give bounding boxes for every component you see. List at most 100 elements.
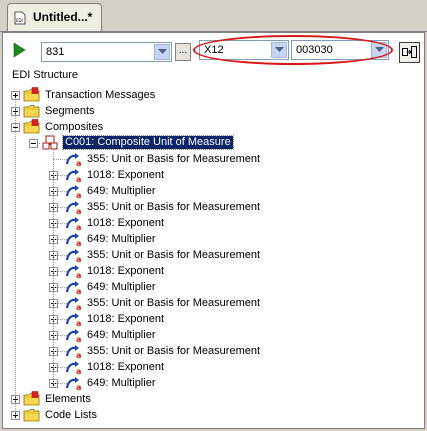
tree-node-elements[interactable]: Elements (3, 391, 424, 407)
svg-text:a: a (76, 255, 81, 263)
tree-node-child-label: 1018: Exponent (87, 265, 165, 277)
data-element-icon: a (65, 281, 81, 295)
browse-button[interactable]: ... (175, 43, 191, 61)
code-lists-folder-icon (23, 409, 40, 422)
svg-text:a: a (76, 335, 81, 343)
tree-node-composites[interactable]: Composites (3, 119, 424, 135)
editor-panel: 831 ... X12 003030 EDI Structure Transac… (2, 32, 425, 429)
tab-strip: EDI Untitled...* (0, 0, 427, 32)
data-element-icon: a (65, 217, 81, 231)
svg-text:a: a (76, 351, 81, 359)
tree-node-segments-label: Segments (45, 105, 95, 117)
tree-node-child-label: 1018: Exponent (87, 313, 165, 325)
tree-node-child-label: 649: Multiplier (87, 233, 156, 245)
tree-node-child[interactable]: a 649: Multiplier (3, 231, 424, 247)
version-dropdown-arrow[interactable] (371, 42, 387, 58)
data-element-icon: a (65, 201, 81, 215)
tree-node-child-label: 1018: Exponent (87, 169, 165, 181)
tree-node-child[interactable]: a 649: Multiplier (3, 327, 424, 343)
data-element-icon: a (65, 297, 81, 311)
tree-node-child-label: 649: Multiplier (87, 281, 156, 293)
tree-node-code-lists[interactable]: Code Lists (3, 407, 424, 423)
data-element-icon: a (65, 345, 81, 359)
elements-folder-icon (23, 391, 40, 406)
svg-text:a: a (76, 287, 81, 295)
svg-text:EDI: EDI (16, 18, 23, 23)
tree-node-child-label: 355: Unit or Basis for Measurement (87, 201, 261, 213)
run-play-icon[interactable] (11, 41, 27, 59)
tree-node-child[interactable]: a 1018: Exponent (3, 215, 424, 231)
transaction-messages-folder-icon (23, 87, 40, 102)
tree-node-child[interactable]: a 1018: Exponent (3, 311, 424, 327)
svg-text:a: a (76, 223, 81, 231)
svg-text:a: a (76, 207, 81, 215)
version-select[interactable]: 003030 (291, 40, 389, 60)
tree-node-child-label: 649: Multiplier (87, 185, 156, 197)
tree-node-child[interactable]: a 355: Unit or Basis for Measurement (3, 247, 424, 263)
svg-text:a: a (76, 271, 81, 279)
tree-node-child[interactable]: a 355: Unit or Basis for Measurement (3, 343, 424, 359)
data-element-icon: a (65, 377, 81, 391)
chevron-down-icon (275, 47, 284, 52)
tree-node-child[interactable]: a 649: Multiplier (3, 279, 424, 295)
svg-text:a: a (76, 191, 81, 199)
tree-node-child-label: 355: Unit or Basis for Measurement (87, 249, 261, 261)
composites-folder-icon (23, 119, 40, 134)
apply-button[interactable] (399, 42, 420, 63)
tree-node-composites-label: Composites (45, 121, 104, 133)
data-element-icon: a (65, 185, 81, 199)
svg-text:a: a (76, 383, 81, 391)
load-structure-icon (402, 46, 417, 58)
document-icon: EDI (14, 11, 26, 25)
data-element-icon: a (65, 153, 81, 167)
chevron-down-icon (375, 47, 384, 52)
segments-folder-icon (23, 105, 40, 118)
message-select-value: 831 (46, 46, 65, 58)
svg-text:a: a (76, 303, 81, 311)
data-element-icon: a (65, 169, 81, 183)
svg-text:a: a (76, 239, 81, 247)
tree-node-elements-label: Elements (45, 393, 91, 405)
tree-connector-line (53, 150, 54, 383)
chevron-down-icon (158, 49, 167, 54)
tree-node-transaction-messages-label: Transaction Messages (45, 89, 156, 101)
tree-node-composite-c001-label: C001: Composite Unit of Measure (62, 135, 234, 150)
data-element-icon: a (65, 249, 81, 263)
standard-select[interactable]: X12 (199, 40, 289, 60)
tree-node-child-label: 649: Multiplier (87, 377, 156, 389)
tree-node-child-label: 649: Multiplier (87, 329, 156, 341)
data-element-icon: a (65, 361, 81, 375)
tree-node-transaction-messages[interactable]: Transaction Messages (3, 87, 424, 103)
svg-text:a: a (76, 159, 81, 167)
version-select-value: 003030 (296, 44, 333, 56)
data-element-icon: a (65, 265, 81, 279)
toolbar: 831 ... X12 003030 (3, 33, 424, 67)
tree-node-child[interactable]: a 1018: Exponent (3, 359, 424, 375)
standard-dropdown-arrow[interactable] (271, 42, 287, 58)
message-select[interactable]: 831 (41, 42, 172, 62)
tree-node-child[interactable]: a 355: Unit or Basis for Measurement (3, 151, 424, 167)
tree-node-child[interactable]: a 649: Multiplier (3, 375, 424, 391)
tree-node-child-label: 355: Unit or Basis for Measurement (87, 297, 261, 309)
tree-node-child[interactable]: a 649: Multiplier (3, 183, 424, 199)
tree-node-code-lists-label: Code Lists (45, 409, 97, 421)
message-dropdown-arrow[interactable] (154, 44, 170, 60)
tab-untitled[interactable]: EDI Untitled...* (7, 3, 102, 31)
data-element-icon: a (65, 313, 81, 327)
tree-node-child[interactable]: a 1018: Exponent (3, 167, 424, 183)
tree-node-child-label: 355: Unit or Basis for Measurement (87, 345, 261, 357)
tree-node-child[interactable]: a 355: Unit or Basis for Measurement (3, 295, 424, 311)
tree-node-composite-c001[interactable]: C001: Composite Unit of Measure (3, 135, 424, 151)
svg-text:a: a (76, 175, 81, 183)
tree-node-child-label: 1018: Exponent (87, 361, 165, 373)
tree-node-child[interactable]: a 1018: Exponent (3, 263, 424, 279)
composite-icon (42, 135, 58, 150)
tree-node-segments[interactable]: Segments (3, 103, 424, 119)
data-element-icon: a (65, 329, 81, 343)
tab-title: Untitled...* (33, 10, 93, 24)
svg-text:a: a (76, 319, 81, 327)
tree-connector-line (15, 99, 16, 415)
svg-text:a: a (76, 367, 81, 375)
tree-node-child[interactable]: a 355: Unit or Basis for Measurement (3, 199, 424, 215)
tree-heading: EDI Structure (12, 69, 79, 81)
